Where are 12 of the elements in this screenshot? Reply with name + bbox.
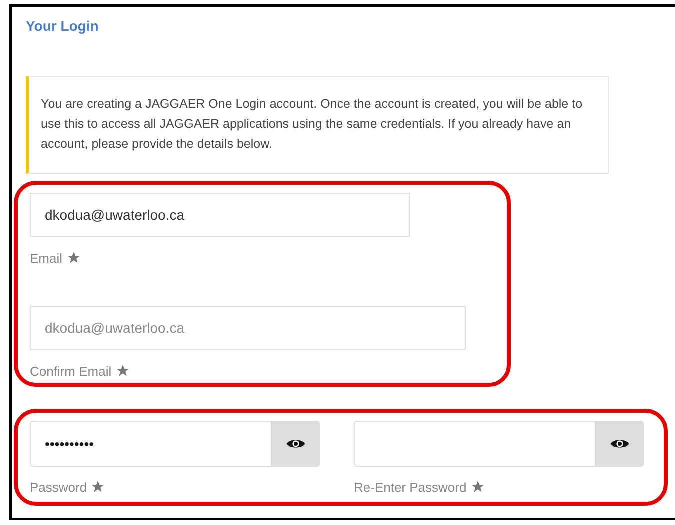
field-label: Confirm Email (30, 364, 112, 378)
password-field[interactable] (354, 421, 644, 467)
show-password-button[interactable] (271, 422, 319, 466)
info-notice: You are creating a JAGGAER One Login account. Once the account is created, you will be able to use this to access all JAGGAER applications using the same credentials. If you already have an account, please provide the details below. (26, 76, 609, 174)
section-title: Your Login (26, 18, 99, 34)
email-field[interactable]: dkodua@uwaterloo.ca (30, 193, 410, 237)
field-label: Re-Enter Password (354, 480, 467, 494)
field-label: Email (30, 250, 63, 266)
email-field[interactable]: dkodua@uwaterloo.ca (30, 306, 466, 350)
show-password-button[interactable] (595, 422, 643, 466)
field-label: Password (30, 480, 88, 494)
password-field[interactable]: •••••••••• (30, 421, 320, 467)
